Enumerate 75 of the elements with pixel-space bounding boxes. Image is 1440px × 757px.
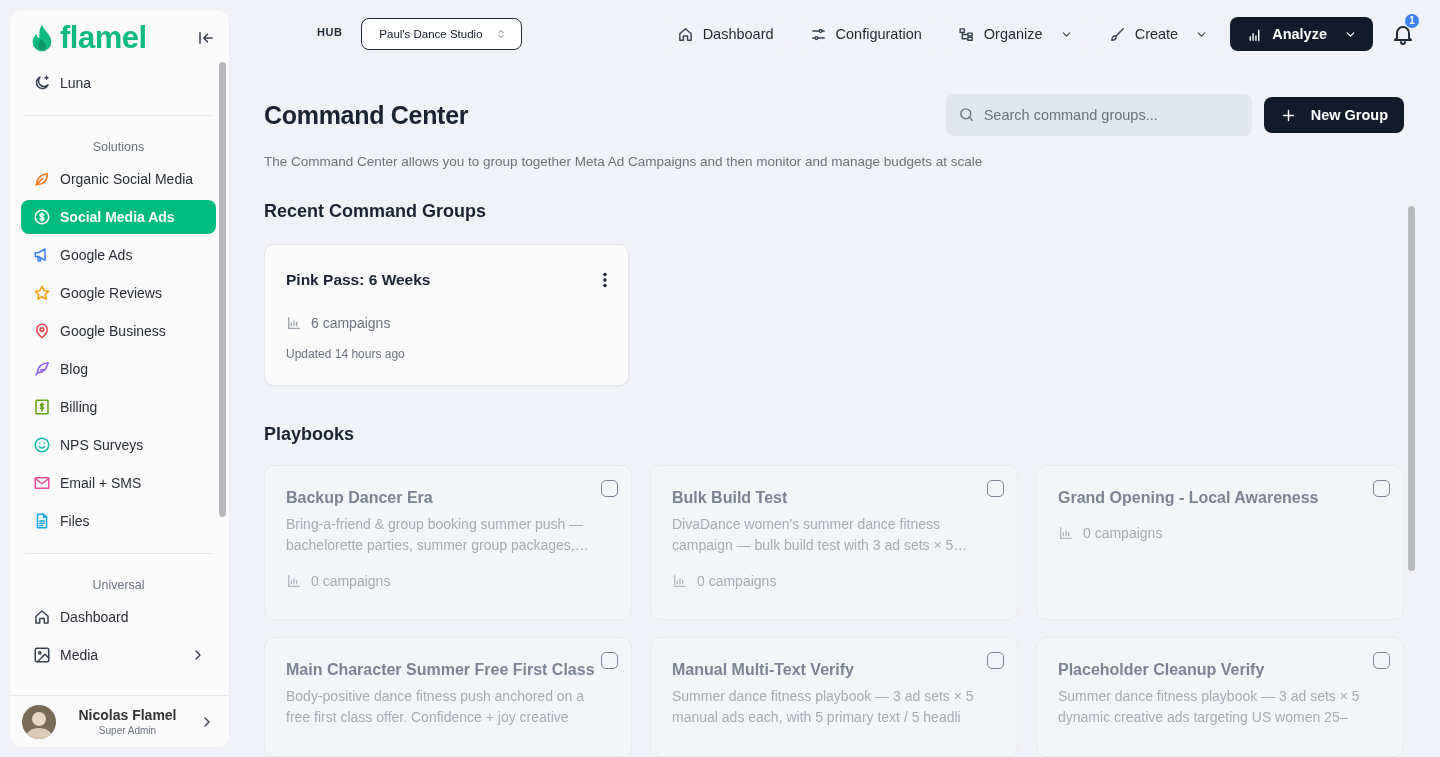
- card-title: Grand Opening - Local Awareness: [1058, 489, 1320, 507]
- bar-chart-icon: [286, 315, 302, 331]
- notification-badge: 1: [1405, 14, 1419, 28]
- section-heading: Playbooks: [264, 424, 356, 445]
- hub-label: HUB: [317, 26, 343, 38]
- page-title: Command Center: [264, 100, 470, 130]
- updated-time: Updated 14 hours ago: [286, 347, 406, 361]
- moon-icon: [33, 74, 51, 92]
- sidebar-item[interactable]: Billing: [21, 390, 216, 424]
- command-group-card[interactable]: Pink Pass: 6 Weeks 6 campaigns Updated 14 hours ago: [264, 244, 629, 386]
- bar-chart-icon: [286, 573, 302, 589]
- campaign-count: 0 campaigns: [1083, 525, 1163, 541]
- home-icon: [33, 608, 51, 626]
- search-field[interactable]: Search command groups...: [945, 94, 1252, 136]
- sidebar-item[interactable]: Luna: [21, 66, 216, 100]
- sidebar-item[interactable]: NPS Surveys: [21, 428, 216, 462]
- home-icon: [676, 25, 694, 43]
- user-role: Super Admin: [97, 725, 158, 736]
- scrollbar[interactable]: [1408, 206, 1415, 571]
- card-title: Backup Dancer Era: [286, 489, 434, 507]
- brush-icon: [1108, 25, 1126, 43]
- nav-tab[interactable]: Analyze: [1230, 17, 1373, 51]
- card-title: Pink Pass: 6 Weeks: [286, 271, 431, 289]
- card-title: Manual Multi-Text Verify: [672, 661, 855, 679]
- smiley-icon: [33, 436, 51, 454]
- page-description: The Command Center allows you to group together Meta Ad Campaigns and then monitor and manage budgets at scale: [264, 154, 984, 169]
- checkbox[interactable]: [601, 652, 618, 669]
- search-icon: [957, 106, 975, 123]
- card-title: Main Character Summer Free First Class: [286, 661, 596, 679]
- checkbox[interactable]: [987, 652, 1004, 669]
- checkbox[interactable]: [1373, 652, 1390, 669]
- user-name: Nicolas Flamel: [77, 707, 178, 723]
- card-description: Summer dance fitness playbook — 3 ad sets × 5 dynamic creative ads targeting US women 25–: [1058, 687, 1361, 727]
- bar-chart-icon: [672, 573, 688, 589]
- scrollbar[interactable]: [219, 62, 226, 517]
- card-description: Summer dance fitness playbook — 3 ad sets × 5 manual ads each, with 5 primary text / 5 headli: [672, 687, 975, 727]
- sidebar-item[interactable]: Google Reviews: [21, 276, 216, 310]
- hierarchy-icon: [957, 25, 975, 43]
- section-label: Solutions: [91, 140, 146, 154]
- checkbox[interactable]: [601, 480, 618, 497]
- campaign-count: 6 campaigns: [311, 315, 391, 331]
- avatar-icon: [22, 704, 56, 739]
- dollar-receipt-icon: [33, 398, 51, 416]
- sidebar-item[interactable]: Google Business: [21, 314, 216, 348]
- leaf-icon: [33, 170, 51, 188]
- feather-icon: [33, 360, 51, 378]
- card-description: Body-positive dance fitness push anchored on a free first class offer. Confidence + joy creative: [286, 687, 586, 727]
- image-icon: [33, 646, 51, 664]
- location-pin-icon: [33, 322, 51, 340]
- collapse-sidebar-icon[interactable]: [197, 29, 215, 47]
- sidebar-item[interactable]: Google Ads: [21, 238, 216, 272]
- sidebar-item[interactable]: Organic Social Media: [21, 162, 216, 196]
- sidebar-item[interactable]: Blog: [21, 352, 216, 386]
- logo-text: flamel: [60, 20, 147, 56]
- new-group-button[interactable]: New Group: [1263, 97, 1404, 133]
- section-label: Universal: [91, 578, 146, 592]
- hub-select[interactable]: Paul's Dance Studio: [361, 18, 522, 50]
- sidebar-item[interactable]: Media: [21, 638, 216, 672]
- sidebar-item[interactable]: Files: [21, 504, 216, 538]
- checkbox[interactable]: [1373, 480, 1390, 497]
- campaign-count: 0 campaigns: [311, 573, 391, 589]
- sidebar-item[interactable]: Email + SMS: [21, 466, 216, 500]
- card-title: Placeholder Cleanup Verify: [1058, 661, 1266, 679]
- dollar-icon: [33, 208, 51, 226]
- checkbox[interactable]: [987, 480, 1004, 497]
- card-description: DivaDance women's summer dance fitness campaign — bulk build test with 3 ad sets × 5…: [672, 515, 969, 555]
- card-title: Bulk Build Test: [672, 489, 789, 507]
- bar-chart-icon: [1058, 525, 1074, 541]
- more-options-icon[interactable]: [603, 272, 607, 288]
- sidebar-item[interactable]: Dashboard: [21, 600, 216, 634]
- section-heading: Recent Command Groups: [264, 201, 488, 222]
- star-icon: [33, 284, 51, 302]
- card-description: Bring-a-friend & group booking summer push — bachelorette parties, summer group packages,…: [286, 515, 590, 555]
- mail-icon: [33, 474, 51, 492]
- campaign-count: 0 campaigns: [697, 573, 777, 589]
